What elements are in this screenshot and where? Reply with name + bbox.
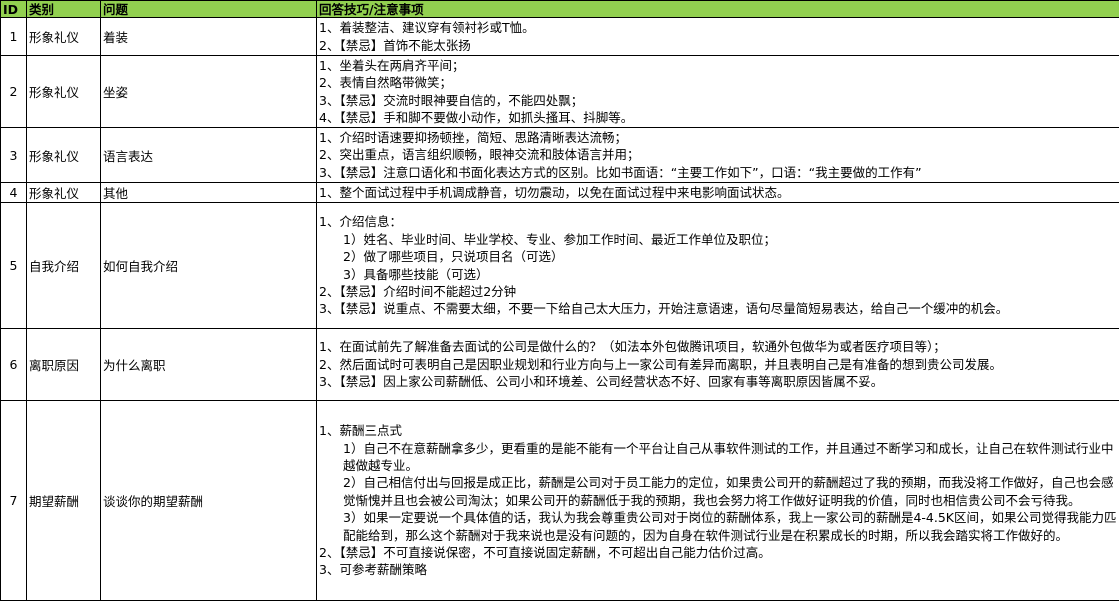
cell-category[interactable]: 形象礼仪 xyxy=(27,183,101,203)
answer-line: 2、表情自然略带微笑； xyxy=(319,74,1117,91)
table-row: 5自我介绍如何自我介绍1、介绍信息：1）姓名、毕业时间、毕业学校、专业、参加工作… xyxy=(1,203,1119,329)
cell-answer[interactable]: 1、在面试前先了解准备去面试的公司是做什么的？（如法本外包做腾讯项目，软通外包做… xyxy=(317,329,1119,401)
answer-line: 3、可参考薪酬策略 xyxy=(319,561,1117,578)
answer-line: 2、突出重点，语言组织顺畅，眼神交流和肢体语言并用； xyxy=(319,146,1117,163)
cell-question[interactable]: 语言表达 xyxy=(101,128,317,183)
answer-line: 4、【禁忌】手和脚不要做小动作，如抓头搔耳、抖脚等。 xyxy=(319,109,1117,126)
table-row: 1形象礼仪着装1、着装整洁、建议穿有领衬衫或T恤。2、【禁忌】首饰不能太张扬 xyxy=(1,18,1119,56)
answer-line: 2、【禁忌】介绍时间不能超过2分钟 xyxy=(319,283,1117,300)
cell-answer[interactable]: 1、坐着头在两肩齐平间；2、表情自然略带微笑；3、【禁忌】交流时眼神要自信的，不… xyxy=(317,56,1119,128)
answer-line: 3、【禁忌】说重点、不需要太细，不要一下给自己太大压力，开始注意语速，语句尽量简… xyxy=(319,300,1117,317)
cell-question[interactable]: 为什么离职 xyxy=(101,329,317,401)
header-category[interactable]: 类别 xyxy=(27,1,101,18)
cell-category[interactable]: 离职原因 xyxy=(27,329,101,401)
answer-line: 2、然后面试时可表明自己是因职业规划和行业方向与上一家公司有差异而离职，并且表明… xyxy=(319,356,1117,373)
answer-line: 1、整个面试过程中手机调成静音，切勿震动，以免在面试过程中来电影响面试状态。 xyxy=(319,184,1117,201)
header-answer[interactable]: 回答技巧/注意事项 xyxy=(317,1,1119,18)
answer-line: 3）具备哪些技能（可选） xyxy=(319,266,1117,283)
cell-answer[interactable]: 1、介绍信息：1）姓名、毕业时间、毕业学校、专业、参加工作时间、最近工作单位及职… xyxy=(317,203,1119,329)
table-row: 3形象礼仪语言表达1、介绍时语速要抑扬顿挫，简短、思路清晰表达流畅；2、突出重点… xyxy=(1,128,1119,183)
header-id[interactable]: ID xyxy=(1,1,27,18)
answer-line: 3）如果一定要说一个具体值的话，我认为我会尊重贵公司对于岗位的薪酬体系，我上一家… xyxy=(319,509,1117,544)
answer-line: 1、介绍时语速要抑扬顿挫，简短、思路清晰表达流畅； xyxy=(319,129,1117,146)
interview-tips-table: ID 类别 问题 回答技巧/注意事项 1形象礼仪着装1、着装整洁、建议穿有领衬衫… xyxy=(0,0,1119,601)
cell-category[interactable]: 期望薪酬 xyxy=(27,401,101,601)
cell-question[interactable]: 其他 xyxy=(101,183,317,203)
cell-id[interactable]: 6 xyxy=(1,329,27,401)
answer-line: 1、在面试前先了解准备去面试的公司是做什么的？（如法本外包做腾讯项目，软通外包做… xyxy=(319,338,1117,355)
answer-line: 2）自己相信付出与回报是成正比，薪酬是公司对于员工能力的定位，如果贵公司开的薪酬… xyxy=(319,474,1117,509)
cell-category[interactable]: 形象礼仪 xyxy=(27,128,101,183)
cell-answer[interactable]: 1、薪酬三点式1）自己不在意薪酬拿多少，更看重的是能不能有一个平台让自己从事软件… xyxy=(317,401,1119,601)
answer-line: 1）自己不在意薪酬拿多少，更看重的是能不能有一个平台让自己从事软件测试的工作，并… xyxy=(319,440,1117,475)
answer-line: 1、薪酬三点式 xyxy=(319,422,1117,439)
cell-id[interactable]: 4 xyxy=(1,183,27,203)
cell-answer[interactable]: 1、整个面试过程中手机调成静音，切勿震动，以免在面试过程中来电影响面试状态。 xyxy=(317,183,1119,203)
header-question[interactable]: 问题 xyxy=(101,1,317,18)
cell-question[interactable]: 谈谈你的期望薪酬 xyxy=(101,401,317,601)
table-row: 7期望薪酬谈谈你的期望薪酬1、薪酬三点式1）自己不在意薪酬拿多少，更看重的是能不… xyxy=(1,401,1119,601)
answer-line: 3、【禁忌】交流时眼神要自信的，不能四处飘； xyxy=(319,92,1117,109)
cell-answer[interactable]: 1、着装整洁、建议穿有领衬衫或T恤。2、【禁忌】首饰不能太张扬 xyxy=(317,18,1119,56)
header-row: ID 类别 问题 回答技巧/注意事项 xyxy=(1,1,1119,18)
answer-line: 3、【禁忌】因上家公司薪酬低、公司小和环境差、公司经营状态不好、回家有事等离职原… xyxy=(319,373,1117,390)
answer-line: 3、【禁忌】注意口语化和书面化表达方式的区别。比如书面语：“主要工作如下”，口语… xyxy=(319,164,1117,181)
cell-answer[interactable]: 1、介绍时语速要抑扬顿挫，简短、思路清晰表达流畅；2、突出重点，语言组织顺畅，眼… xyxy=(317,128,1119,183)
cell-id[interactable]: 5 xyxy=(1,203,27,329)
cell-question[interactable]: 如何自我介绍 xyxy=(101,203,317,329)
answer-line: 1、介绍信息： xyxy=(319,213,1117,230)
table-row: 2形象礼仪坐姿1、坐着头在两肩齐平间；2、表情自然略带微笑；3、【禁忌】交流时眼… xyxy=(1,56,1119,128)
answer-line: 1、着装整洁、建议穿有领衬衫或T恤。 xyxy=(319,19,1117,36)
cell-category[interactable]: 自我介绍 xyxy=(27,203,101,329)
cell-id[interactable]: 7 xyxy=(1,401,27,601)
answer-line: 2、【禁忌】首饰不能太张扬 xyxy=(319,37,1117,54)
cell-category[interactable]: 形象礼仪 xyxy=(27,18,101,56)
table-row: 6离职原因为什么离职1、在面试前先了解准备去面试的公司是做什么的？（如法本外包做… xyxy=(1,329,1119,401)
answer-line: 2、【禁忌】不可直接说保密，不可直接说固定薪酬，不可超出自己能力估价过高。 xyxy=(319,544,1117,561)
answer-line: 2）做了哪些项目，只说项目名（可选） xyxy=(319,248,1117,265)
cell-question[interactable]: 坐姿 xyxy=(101,56,317,128)
cell-category[interactable]: 形象礼仪 xyxy=(27,56,101,128)
table-body: 1形象礼仪着装1、着装整洁、建议穿有领衬衫或T恤。2、【禁忌】首饰不能太张扬2形… xyxy=(1,18,1119,601)
cell-id[interactable]: 2 xyxy=(1,56,27,128)
cell-question[interactable]: 着装 xyxy=(101,18,317,56)
cell-id[interactable]: 3 xyxy=(1,128,27,183)
answer-line: 1）姓名、毕业时间、毕业学校、专业、参加工作时间、最近工作单位及职位； xyxy=(319,231,1117,248)
cell-id[interactable]: 1 xyxy=(1,18,27,56)
answer-line: 1、坐着头在两肩齐平间； xyxy=(319,57,1117,74)
table-row: 4形象礼仪其他1、整个面试过程中手机调成静音，切勿震动，以免在面试过程中来电影响… xyxy=(1,183,1119,203)
